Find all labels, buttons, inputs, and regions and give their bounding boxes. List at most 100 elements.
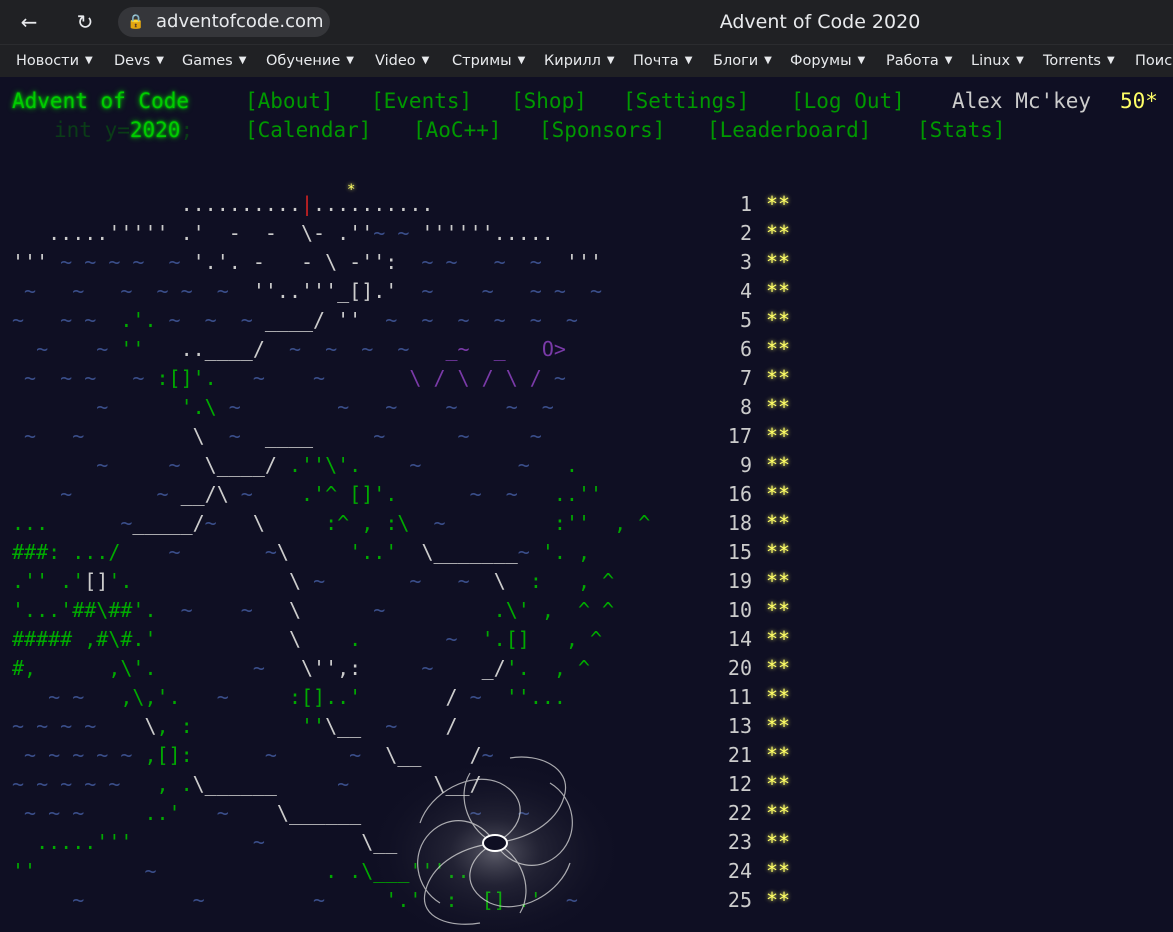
calendar-day-link[interactable]: 20 ** (712, 654, 790, 683)
calendar-day-link[interactable]: 14 ** (712, 625, 790, 654)
year-subtitle[interactable]: int y=2020; (54, 116, 193, 145)
calendar-day-link[interactable]: 17 ** (712, 422, 790, 451)
nav-leaderboard-link[interactable]: [Leaderboard] (707, 116, 871, 145)
star-icon: ** (766, 424, 791, 448)
reload-icon: ↻ (76, 10, 94, 34)
star-icon: ** (766, 569, 791, 593)
back-button[interactable]: ← (13, 6, 45, 38)
star-icon: ** (766, 801, 791, 825)
arrow-left-icon: ← (20, 10, 38, 34)
calendar-day-link[interactable]: 16 ** (712, 480, 790, 509)
nav-logout-link[interactable]: [Log Out] (791, 87, 905, 116)
star-icon: ** (766, 511, 791, 535)
bookmark-folder-blogs[interactable]: Блоги ▼ (713, 45, 772, 77)
dropdown-arrow-icon: ▼ (944, 55, 953, 66)
calendar-day-link[interactable]: 5 ** (712, 306, 790, 335)
calendar-day-link[interactable]: 10 ** (712, 596, 790, 625)
nav-calendar-link[interactable]: [Calendar] (245, 116, 371, 145)
site-title-link[interactable]: Advent of Code (12, 87, 189, 116)
calendar-day-link[interactable]: 2 ** (712, 219, 790, 248)
star-icon: ** (766, 598, 791, 622)
address-bar[interactable]: 🔒 adventofcode.com (118, 7, 330, 37)
star-icon: ** (766, 395, 791, 419)
calendar-day-link[interactable]: 21 ** (712, 741, 790, 770)
dropdown-arrow-icon: ▼ (517, 55, 526, 66)
calendar-day-link[interactable]: 18 ** (712, 509, 790, 538)
window-title: Advent of Code 2020 (719, 11, 921, 33)
dropdown-arrow-icon: ▼ (684, 55, 693, 66)
calendar-day-link[interactable]: 13 ** (712, 712, 790, 741)
bookmark-folder-streams[interactable]: Стримы ▼ (452, 45, 525, 77)
calendar-day-link[interactable]: 8 ** (712, 393, 790, 422)
bookmark-folder-devs[interactable]: Devs ▼ (114, 45, 164, 77)
reload-button[interactable]: ↻ (69, 6, 101, 38)
bookmark-folder-learning[interactable]: Обучение ▼ (266, 45, 354, 77)
bookmark-folder-video[interactable]: Video ▼ (375, 45, 429, 77)
star-icon: ** (766, 308, 791, 332)
calendar-day-link[interactable]: 22 ** (712, 799, 790, 828)
user-name: Alex Mc'key (952, 89, 1092, 113)
nav-shop-link[interactable]: [Shop] (511, 87, 587, 116)
lock-icon[interactable]: 🔒 (126, 7, 146, 37)
url-text: adventofcode.com (156, 11, 324, 32)
bookmark-folder-work[interactable]: Работа ▼ (886, 45, 952, 77)
browser-toolbar: ← ↻ 🔒 adventofcode.com Advent of Code 20… (0, 0, 1173, 44)
star-icon: ** (766, 279, 791, 303)
calendar-day-link[interactable]: 6 ** (712, 335, 790, 364)
dropdown-arrow-icon: ▼ (857, 55, 866, 66)
star-icon: ** (766, 627, 791, 651)
bookmark-folder-search[interactable]: Поиск (1135, 45, 1173, 77)
calendar-day-link[interactable]: 1 ** (712, 190, 790, 219)
nav-stats-link[interactable]: [Stats] (917, 116, 1006, 145)
star-icon: ** (766, 250, 791, 274)
bookmark-folder-kirill[interactable]: Кирилл ▼ (544, 45, 615, 77)
calendar-day-link[interactable]: 15 ** (712, 538, 790, 567)
star-icon: ** (766, 366, 791, 390)
bookmarks-bar: Новости ▼ Devs ▼ Games ▼ Обучение ▼ Video ▼ С… (0, 44, 1173, 77)
star-icon: ** (766, 714, 791, 738)
star-icon: ** (766, 482, 791, 506)
star-icon: ** (766, 540, 791, 564)
dropdown-arrow-icon: ▼ (156, 55, 164, 66)
calendar-day-link[interactable]: 23 ** (712, 828, 790, 857)
star-icon: ** (766, 859, 791, 883)
bookmark-folder-linux[interactable]: Linux ▼ (971, 45, 1024, 77)
calendar-day-link[interactable]: 3 ** (712, 248, 790, 277)
calendar-day-link[interactable]: 11 ** (712, 683, 790, 712)
calendar-day-link[interactable]: 24 ** (712, 857, 790, 886)
nav-settings-link[interactable]: [Settings] (623, 87, 749, 116)
dropdown-arrow-icon: ▼ (1016, 55, 1024, 66)
calendar-day-link[interactable]: 4 ** (712, 277, 790, 306)
dropdown-arrow-icon: ▼ (1106, 55, 1115, 66)
star-icon: ** (766, 337, 791, 361)
nav-aocpp-link[interactable]: [AoC++] (413, 116, 502, 145)
nav-events-link[interactable]: [Events] (371, 87, 472, 116)
vortex-swirl-icon (365, 748, 625, 932)
bookmark-folder-forums[interactable]: Форумы ▼ (790, 45, 865, 77)
dropdown-arrow-icon: ▼ (238, 55, 247, 66)
star-icon: ** (766, 888, 791, 912)
bookmark-folder-games[interactable]: Games ▼ (182, 45, 246, 77)
calendar-day-link[interactable]: 9 ** (712, 451, 790, 480)
nav-sponsors-link[interactable]: [Sponsors] (539, 116, 665, 145)
tree-top-star-icon: * (347, 182, 356, 198)
dropdown-arrow-icon: ▼ (421, 55, 430, 66)
star-icon: ** (766, 453, 791, 477)
calendar-day-link[interactable]: 7 ** (712, 364, 790, 393)
bookmark-folder-news[interactable]: Новости ▼ (16, 45, 93, 77)
dropdown-arrow-icon: ▼ (764, 55, 772, 66)
star-icon: ** (766, 685, 791, 709)
dropdown-arrow-icon: ▼ (85, 55, 93, 66)
star-icon: ** (766, 221, 791, 245)
calendar-day-link[interactable]: 19 ** (712, 567, 790, 596)
calendar-day-link[interactable]: 25 ** (712, 886, 790, 915)
calendar-day-link[interactable]: 12 ** (712, 770, 790, 799)
nav-about-link[interactable]: [About] (245, 87, 334, 116)
site-header: Advent of Code int y=2020; [About] [Even… (0, 86, 1173, 150)
dropdown-arrow-icon: ▼ (346, 55, 354, 66)
star-icon: ** (766, 830, 791, 854)
bookmark-folder-torrents[interactable]: Torrents ▼ (1043, 45, 1115, 77)
star-count: 50* (1120, 89, 1158, 113)
star-icon: ** (766, 743, 791, 767)
bookmark-folder-mail[interactable]: Почта ▼ (633, 45, 692, 77)
